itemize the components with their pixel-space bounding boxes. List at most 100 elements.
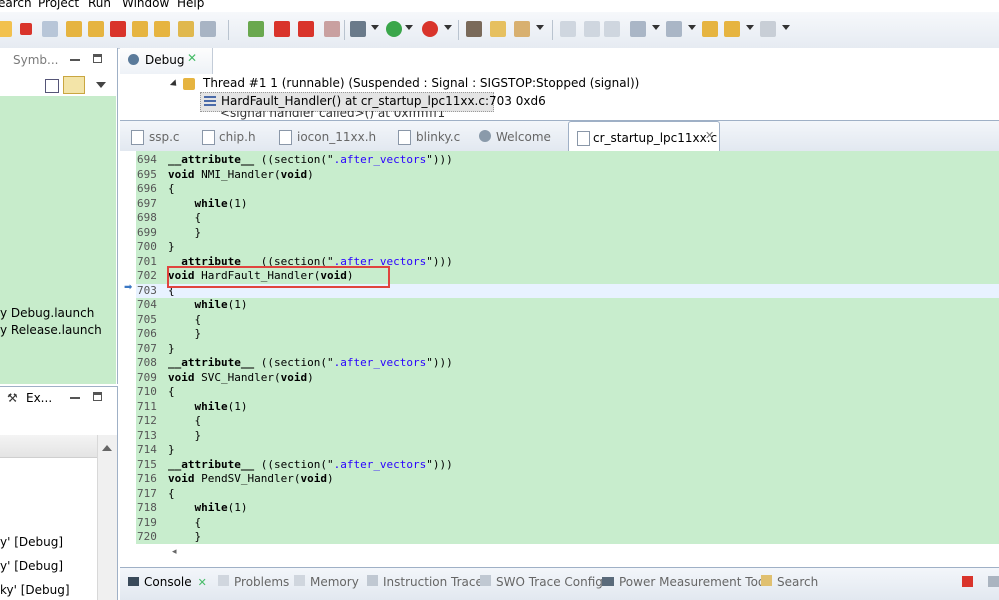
code-line[interactable]: 700} <box>136 240 999 255</box>
next-annotation-icon[interactable] <box>630 21 646 37</box>
remove-launch-icon[interactable] <box>988 576 999 587</box>
open-type-icon[interactable] <box>466 21 482 37</box>
code-line[interactable]: 720 } <box>136 530 999 545</box>
code-line[interactable]: 719 { <box>136 516 999 531</box>
code-line[interactable]: 696 { <box>136 182 999 197</box>
menu-project[interactable]: Project <box>38 0 79 10</box>
close-icon[interactable]: ✕ <box>198 576 207 589</box>
close-icon[interactable]: ✕ <box>187 51 197 65</box>
view-menu-icon[interactable] <box>96 82 106 88</box>
block-select-icon[interactable] <box>584 21 600 37</box>
maximize-icon[interactable] <box>93 54 102 63</box>
symbols-view-label[interactable]: Symb... <box>13 53 58 67</box>
menu-run[interactable]: Run <box>88 0 111 10</box>
chevron-down-icon[interactable] <box>688 25 696 30</box>
chevron-down-icon[interactable] <box>782 25 790 30</box>
instruction-step-icon[interactable] <box>178 21 194 37</box>
code-line[interactable]: 712 { <box>136 414 999 429</box>
debug-bug-icon[interactable] <box>350 21 366 37</box>
list-item[interactable]: ky' [Debug] <box>0 583 70 597</box>
expand-icon[interactable] <box>169 79 180 89</box>
run-icon[interactable] <box>386 21 402 37</box>
menu-window[interactable]: Window <box>122 0 169 10</box>
launch-item[interactable]: y Release.launch <box>0 323 102 337</box>
step-over-icon[interactable] <box>88 21 104 37</box>
chevron-down-icon[interactable] <box>536 25 544 30</box>
code-line[interactable]: 709 void SVC_Handler(void) <box>136 371 999 386</box>
debug-reset-icon[interactable] <box>248 21 264 37</box>
list-item[interactable]: y' [Debug] <box>0 559 63 573</box>
skip-breakpoints-icon[interactable] <box>298 21 314 37</box>
close-icon[interactable]: ✕ <box>705 129 714 142</box>
code-line[interactable]: 718 while(1) <box>136 501 999 516</box>
vertical-scrollbar[interactable] <box>97 435 117 600</box>
code-line[interactable]: 704 while(1) <box>136 298 999 313</box>
launch-item[interactable]: y Debug.launch <box>0 306 94 320</box>
code-line[interactable]: 707} <box>136 342 999 357</box>
code-line[interactable]: 698 { <box>136 211 999 226</box>
link-icon[interactable] <box>274 21 290 37</box>
code-line[interactable]: 711 while(1) <box>136 400 999 415</box>
code-line[interactable]: 695 void NMI_Handler(void) <box>136 168 999 183</box>
tab-blinky-c[interactable]: blinky.c <box>398 121 478 151</box>
tab-cr-startup-lpc11xx-c[interactable]: cr_startup_lpc11xx.c ✕ <box>568 121 720 152</box>
last-edit-icon[interactable] <box>702 21 718 37</box>
code-line[interactable]: 694 __attribute__ ((section(".after_vecto… <box>136 153 999 168</box>
forward-icon[interactable] <box>760 21 776 37</box>
tab-search[interactable]: Search <box>761 575 818 589</box>
scroll-left-icon[interactable]: ◂ <box>172 547 177 557</box>
code-line[interactable]: 717 { <box>136 487 999 502</box>
disconnect-icon[interactable] <box>42 21 58 37</box>
drop-to-frame-icon[interactable] <box>132 21 148 37</box>
use-step-filters-icon[interactable] <box>154 21 170 37</box>
tab-console[interactable]: Console ✕ <box>128 575 207 589</box>
external-tools-icon[interactable] <box>422 21 438 37</box>
thread-label[interactable]: Thread #1 1 (runnable) (Suspended : Sign… <box>203 76 639 90</box>
minimize-icon[interactable] <box>70 59 80 61</box>
tab-instruction-trace[interactable]: Instruction Trace <box>367 575 483 589</box>
step-into-icon[interactable] <box>66 21 82 37</box>
scroll-up-icon[interactable] <box>102 445 112 451</box>
code-line[interactable]: 706 } <box>136 327 999 342</box>
list-item[interactable]: y' [Debug] <box>0 535 63 549</box>
restart-icon[interactable] <box>200 21 216 37</box>
tab-ssp-c[interactable]: ssp.c <box>126 121 196 151</box>
previous-annotation-icon[interactable] <box>666 21 682 37</box>
tab-debug[interactable]: Debug ✕ <box>120 48 213 74</box>
menu-help[interactable]: Help <box>177 0 204 10</box>
tab-iocon-11xx-h[interactable]: iocon_11xx.h <box>279 121 379 151</box>
stack-frame-selected[interactable]: HardFault_Handler() at cr_startup_lpc11x… <box>200 92 546 112</box>
code-line[interactable]: 716 void PendSV_Handler(void) <box>136 472 999 487</box>
open-folder-icon[interactable] <box>490 21 506 37</box>
code-line[interactable]: 710 { <box>136 385 999 400</box>
code-area[interactable]: 694 __attribute__ ((section(".after_vecto… <box>136 151 999 544</box>
tab-memory[interactable]: Memory <box>294 575 359 589</box>
chevron-down-icon[interactable] <box>405 25 413 30</box>
code-line[interactable]: 697 while(1) <box>136 197 999 212</box>
signal-icon[interactable] <box>324 21 340 37</box>
terminate-icon[interactable] <box>962 576 973 587</box>
code-line[interactable]: 713 } <box>136 429 999 444</box>
code-line[interactable]: 714} <box>136 443 999 458</box>
chevron-down-icon[interactable] <box>371 25 379 30</box>
chevron-down-icon[interactable] <box>652 25 660 30</box>
minimize-icon[interactable] <box>70 397 80 399</box>
pencil-icon[interactable] <box>514 21 530 37</box>
stack-frame-partial[interactable]: <signal handler called>() at 0xfffffff1 <box>200 111 540 120</box>
back-icon[interactable] <box>724 21 740 37</box>
code-line[interactable]: 708 __attribute__ ((section(".after_vecto… <box>136 356 999 371</box>
chevron-down-icon[interactable] <box>444 25 452 30</box>
collapse-all-icon[interactable] <box>45 79 59 93</box>
explorer-view-label[interactable]: Ex... <box>26 391 52 405</box>
menu-search[interactable]: earch <box>0 0 32 10</box>
step-return-icon[interactable] <box>110 21 126 37</box>
maximize-icon[interactable] <box>93 392 102 401</box>
code-line[interactable]: 715 __attribute__ ((section(".after_vecto… <box>136 458 999 473</box>
chevron-down-icon[interactable] <box>746 25 754 30</box>
code-line[interactable]: 699 } <box>136 226 999 241</box>
tab-chip-h[interactable]: chip.h <box>200 121 278 151</box>
code-line[interactable]: 705 { <box>136 313 999 328</box>
tab-problems[interactable]: Problems <box>218 575 289 589</box>
tab-swo-trace-config[interactable]: SWO Trace Config <box>480 575 603 589</box>
tab-power-measurement[interactable]: Power Measurement Tool <box>602 575 769 589</box>
